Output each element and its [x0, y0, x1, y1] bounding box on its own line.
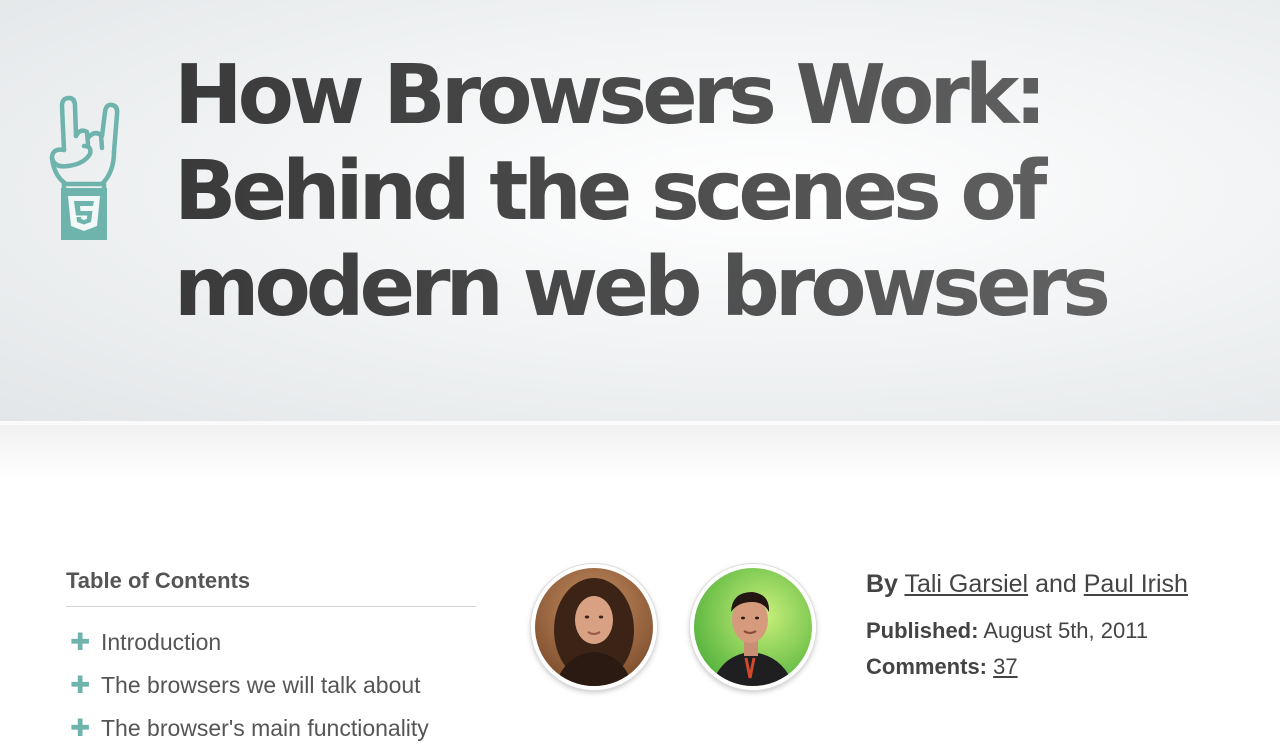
toc-item[interactable]: ✚ The browsers we will talk about	[66, 664, 476, 707]
table-of-contents: Table of Contents ✚ Introduction ✚ The b…	[66, 568, 476, 748]
comments-count-link[interactable]: 37	[993, 654, 1017, 679]
header-shadow	[0, 421, 1280, 481]
author-link-paul[interactable]: Paul Irish	[1084, 570, 1188, 598]
toc-heading: Table of Contents	[66, 568, 476, 607]
author-avatar-paul[interactable]	[690, 564, 816, 690]
plus-icon[interactable]: ✚	[70, 628, 101, 657]
by-label: By	[866, 570, 898, 598]
comments-label: Comments:	[866, 654, 988, 679]
published-row: Published: August 5th, 2011	[866, 613, 1266, 649]
toc-item-label[interactable]: The browser's main functionality	[101, 715, 429, 742]
article-byline: By Tali Garsiel and Paul Irish Published…	[866, 570, 1266, 685]
and-label: and	[1035, 570, 1077, 598]
published-date: August 5th, 2011	[983, 618, 1149, 643]
page-title: How Browsers Work: Behind the scenes of …	[174, 48, 1264, 336]
author-link-tali[interactable]: Tali Garsiel	[904, 570, 1028, 598]
comments-row: Comments: 37	[866, 649, 1266, 685]
author-avatar-tali[interactable]	[531, 564, 657, 690]
html5-rock-hand-icon[interactable]	[44, 92, 124, 244]
toc-item[interactable]: ✚ The browser's main functionality	[66, 707, 476, 748]
plus-icon[interactable]: ✚	[70, 714, 101, 743]
toc-item-label[interactable]: Introduction	[101, 629, 221, 656]
toc-item[interactable]: ✚ Introduction	[66, 621, 476, 664]
published-label: Published:	[866, 618, 979, 643]
plus-icon[interactable]: ✚	[70, 671, 101, 700]
article-meta: Published: August 5th, 2011 Comments: 37	[866, 613, 1266, 685]
toc-list: ✚ Introduction ✚ The browsers we will ta…	[66, 621, 476, 748]
toc-item-label[interactable]: The browsers we will talk about	[101, 672, 421, 699]
authors-line: By Tali Garsiel and Paul Irish	[866, 570, 1266, 599]
